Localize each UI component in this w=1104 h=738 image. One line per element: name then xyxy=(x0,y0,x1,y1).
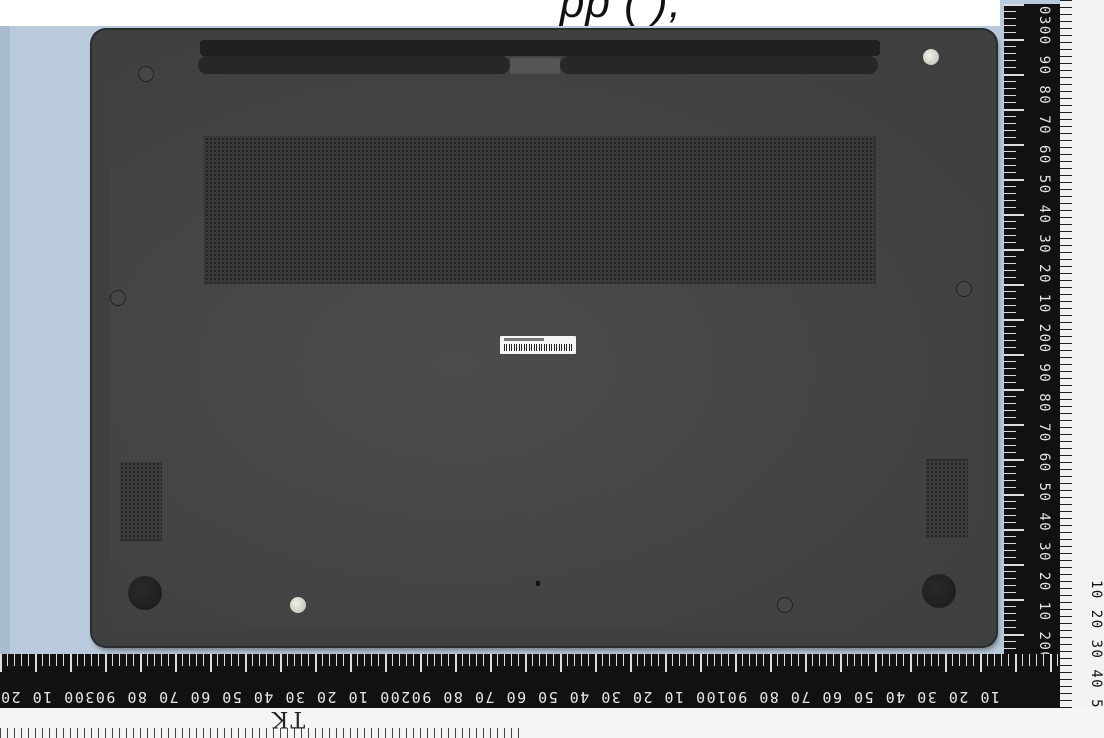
rear-vent-right xyxy=(560,56,878,74)
rubber-foot-left xyxy=(128,576,162,610)
intake-grille xyxy=(204,136,876,284)
screw-top-right xyxy=(923,49,939,65)
screw-bottom-right xyxy=(777,597,793,613)
reset-pinhole xyxy=(536,581,540,586)
screw-mid-right xyxy=(956,281,972,297)
hinge-center xyxy=(510,58,560,74)
label-text-line xyxy=(504,338,544,341)
tk-mark: TK xyxy=(270,706,306,731)
screw-top-left xyxy=(138,66,154,82)
barcode-icon xyxy=(504,344,572,351)
screw-mid-left xyxy=(110,290,126,306)
caption-text: pp ( ), xyxy=(560,0,682,27)
photo-scene: pp ( ), 0300 90 80 70 60 50 40 30 20 10 … xyxy=(0,0,1104,738)
hinge-bar xyxy=(200,40,880,56)
background-edge xyxy=(0,26,10,656)
bottom-strip-ticks xyxy=(0,728,520,738)
screw-bottom-silver xyxy=(290,597,306,613)
regulatory-label xyxy=(500,336,576,354)
speaker-right xyxy=(926,458,968,538)
speaker-left xyxy=(120,462,162,542)
rear-vent-left xyxy=(198,56,510,74)
ruler-bottom-scale: 10 20 30 40 50 60 70 80 90100 10 20 30 4… xyxy=(0,688,1000,706)
ruler-bottom-major-ticks xyxy=(0,654,1060,672)
rubber-foot-right xyxy=(922,574,956,608)
ruler-right-scale: 0300 90 80 70 60 50 40 30 20 10 200 90 8… xyxy=(1036,6,1052,696)
caption-strip: pp ( ), xyxy=(0,0,1000,27)
laptop-bottom-case xyxy=(92,30,996,646)
